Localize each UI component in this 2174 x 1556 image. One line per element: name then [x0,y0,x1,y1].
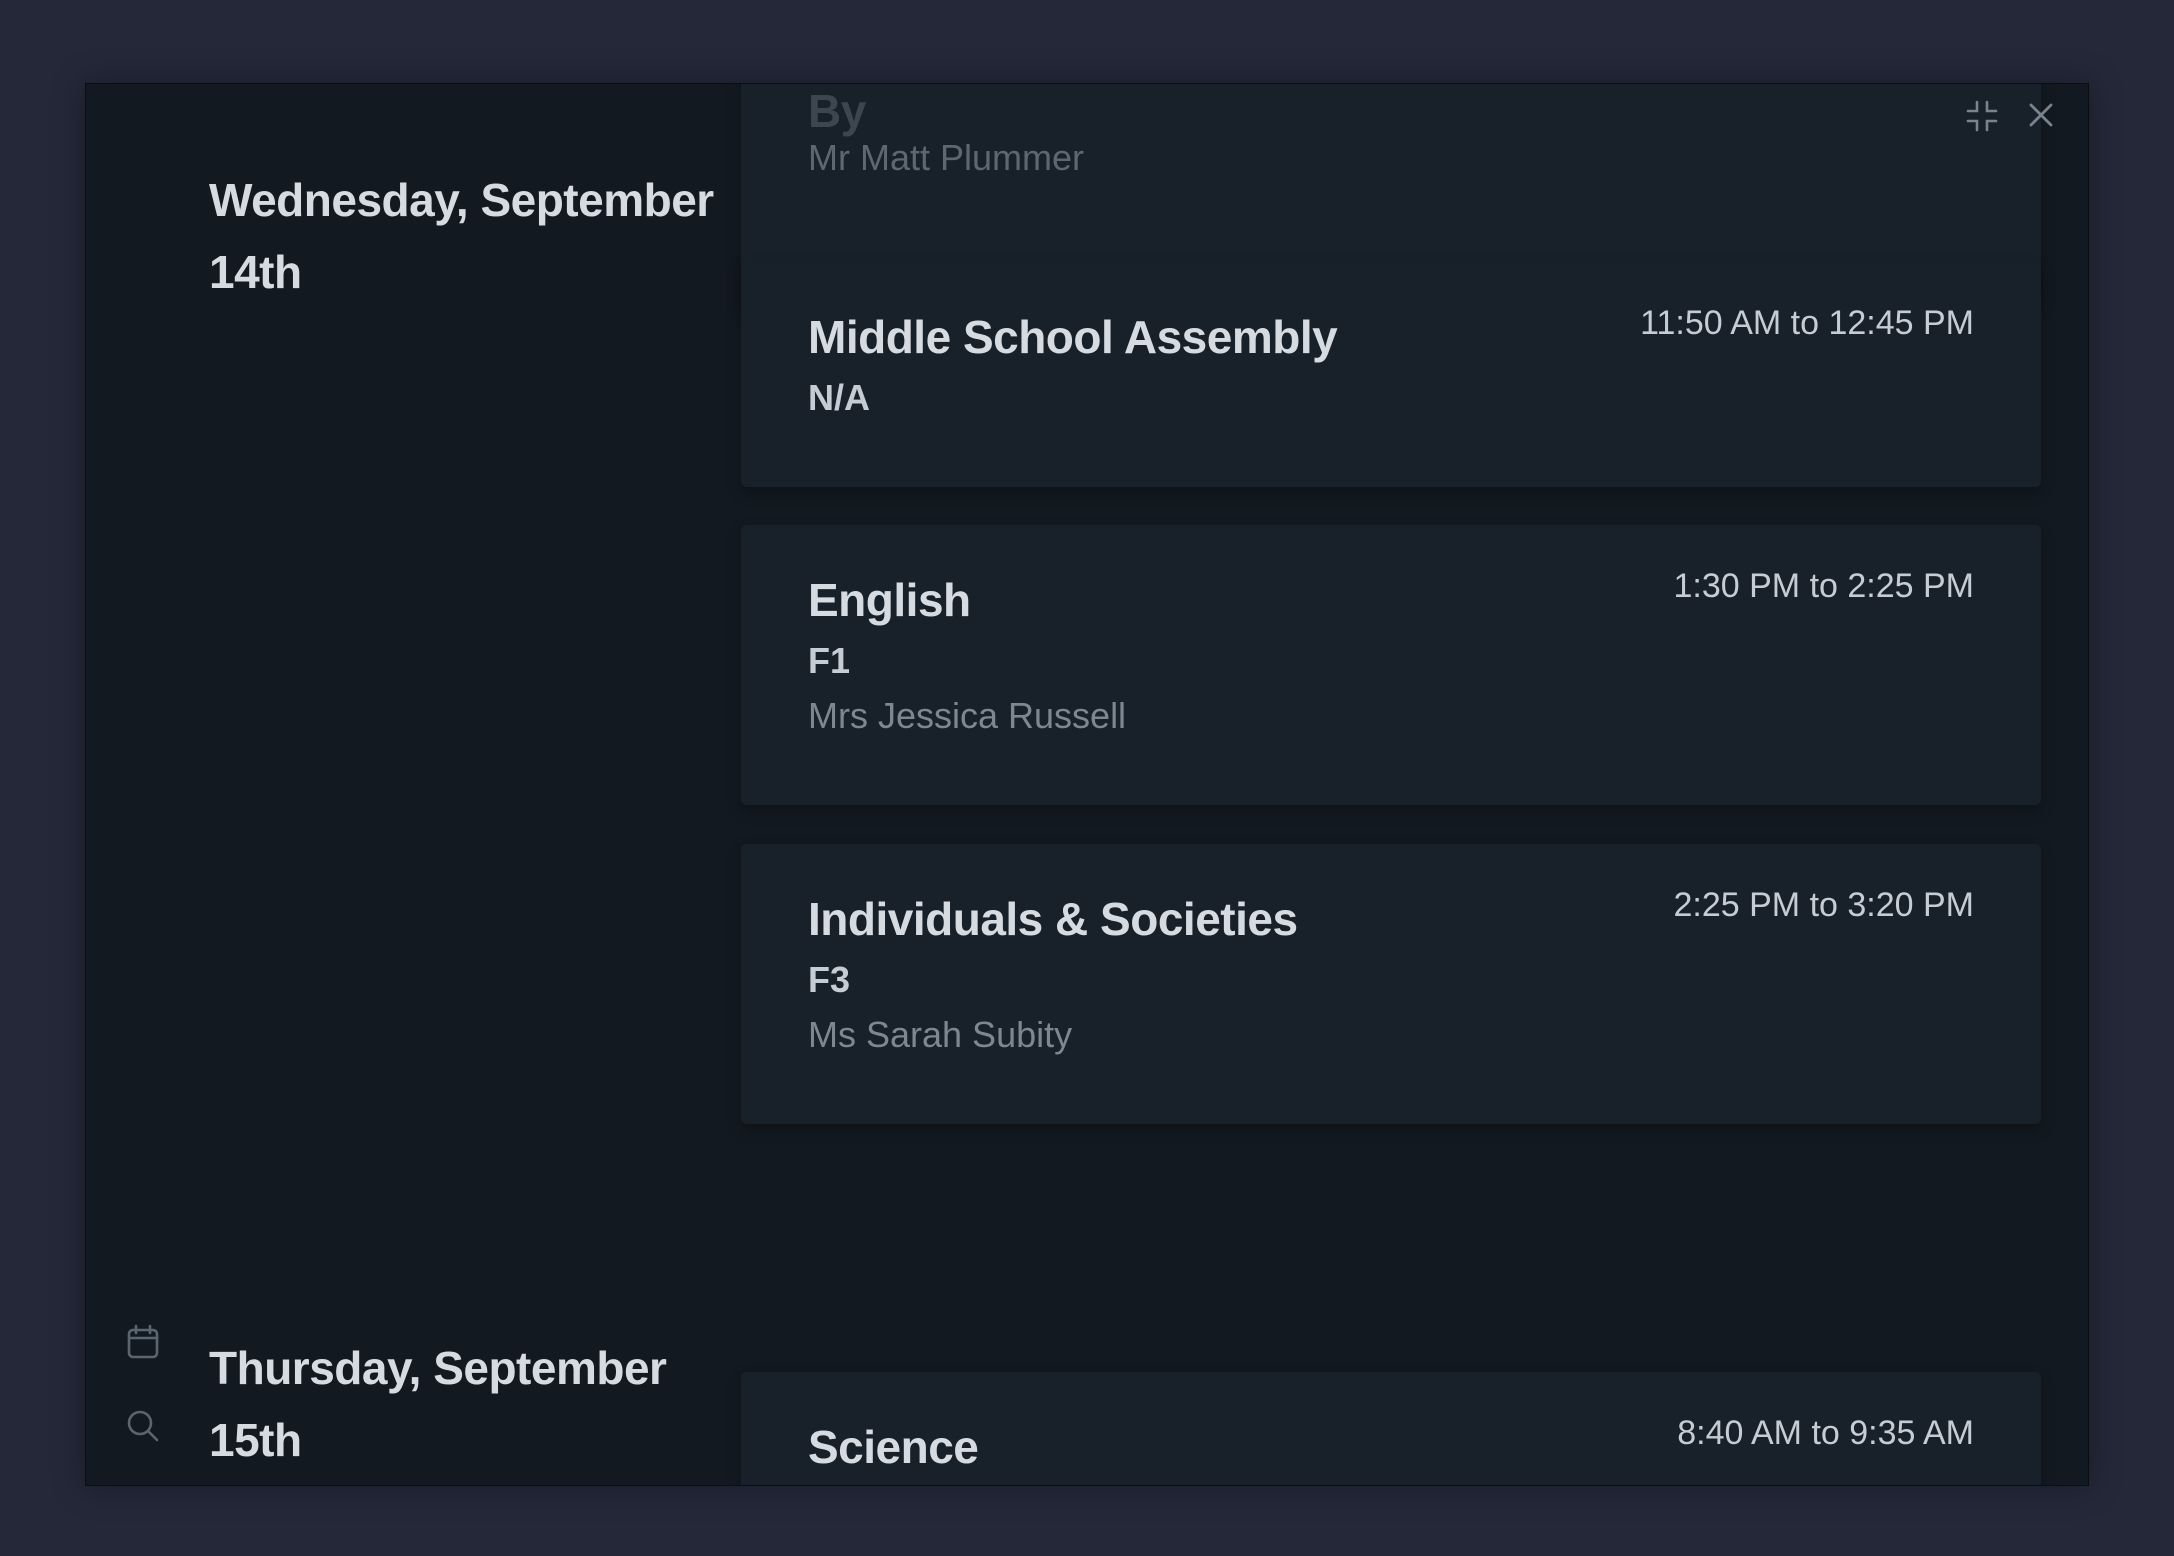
event-time: 1:30 PM to 2:25 PM [1673,567,1975,605]
close-icon[interactable] [2026,100,2056,130]
event-title: Science [808,1421,979,1473]
event-teacher: Mr Matt Plummer [808,137,1085,178]
event-time: 2:25 PM to 3:20 PM [1673,886,1975,924]
event-card[interactable]: Middle School Assembly N/A 11:50 AM to 1… [741,262,2041,487]
schedule-window: Wednesday, September 14th By Mr Matt Plu… [85,83,2089,1486]
event-room: F3 [808,959,851,1000]
search-icon[interactable] [126,1408,160,1444]
event-time: 8:40 AM to 9:35 AM [1677,1414,1974,1452]
event-card[interactable]: Individuals & Societies F3 Ms Sarah Subi… [741,844,2041,1124]
calendar-icon[interactable] [126,1324,160,1360]
event-card[interactable]: English F1 Mrs Jessica Russell 1:30 PM t… [741,525,2041,805]
event-card[interactable]: Science 8:40 AM to 9:35 AM [741,1372,2041,1485]
event-title: Middle School Assembly [808,311,1338,363]
event-teacher: Ms Sarah Subity [808,1014,1073,1055]
event-title: Individuals & Societies [808,893,1298,945]
event-room: F1 [808,640,851,681]
collapse-icon[interactable] [1964,98,2000,134]
event-time: 11:50 AM to 12:45 PM [1640,304,1974,342]
event-title: English [808,574,971,626]
event-title-partial: By [808,85,866,137]
event-teacher: Mrs Jessica Russell [808,695,1127,736]
day-heading-wednesday: Wednesday, September 14th [209,174,714,298]
event-room: N/A [808,377,870,418]
day-heading-thursday: Thursday, September 15th [209,1342,667,1466]
